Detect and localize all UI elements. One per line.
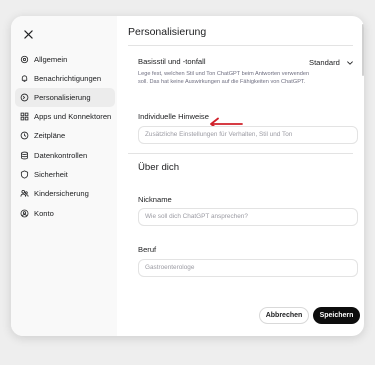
settings-sidebar: Allgemein Benachrichtigungen Personalisi…: [11, 16, 117, 336]
sidebar-item-label: Apps und Konnektoren: [34, 112, 112, 121]
sidebar-item-label: Allgemein: [34, 55, 68, 64]
sidebar-item-konto[interactable]: Konto: [15, 204, 115, 223]
sidebar-item-label: Personalisierung: [34, 93, 91, 102]
job-label: Beruf: [138, 245, 157, 254]
sidebar-item-benachrichtigungen[interactable]: Benachrichtigungen: [15, 69, 115, 88]
sidebar-item-label: Benachrichtigungen: [34, 74, 102, 83]
sidebar-item-label: Kindersicherung: [34, 189, 89, 198]
style-dropdown-value: Standard: [309, 58, 340, 67]
close-button[interactable]: [21, 27, 35, 41]
sidebar-item-zeitplaene[interactable]: Zeitpläne: [15, 126, 115, 145]
sidebar-item-kindersicherung[interactable]: Kindersicherung: [15, 184, 115, 203]
save-button[interactable]: Speichern: [313, 307, 360, 324]
sidebar-item-allgemein[interactable]: Allgemein: [15, 50, 115, 69]
style-dropdown[interactable]: Standard: [309, 58, 354, 67]
settings-dialog: Allgemein Benachrichtigungen Personalisi…: [11, 16, 364, 336]
personalization-icon: [20, 93, 29, 102]
sidebar-item-label: Sicherheit: [34, 170, 68, 179]
about-section-title: Über dich: [138, 162, 180, 173]
instructions-label: Individuelle Hinweise: [138, 112, 209, 121]
sidebar-item-personalisierung[interactable]: Personalisierung: [15, 88, 115, 107]
sidebar-item-datenkontrollen[interactable]: Datenkontrollen: [15, 146, 115, 165]
style-label: Basisstil und -tonfall: [138, 57, 206, 66]
title-divider: [128, 45, 353, 46]
clock-icon: [20, 131, 29, 140]
instructions-input[interactable]: Zusätzliche Einstellungen für Verhalten,…: [138, 126, 358, 144]
database-icon: [20, 151, 29, 160]
nickname-input[interactable]: Wie soll dich ChatGPT ansprechen?: [138, 208, 358, 226]
sidebar-item-label: Konto: [34, 209, 54, 218]
gear-icon: [20, 55, 29, 64]
apps-icon: [20, 112, 29, 121]
chevron-down-icon: [346, 60, 353, 65]
parental-icon: [20, 189, 29, 198]
close-icon: [23, 29, 33, 39]
bell-icon: [20, 74, 29, 83]
job-input[interactable]: Gastroenterologe: [138, 259, 358, 277]
nickname-label: Nickname: [138, 195, 172, 204]
sidebar-item-sicherheit[interactable]: Sicherheit: [15, 165, 115, 184]
style-hint: Lege fest, welchen Stil und Ton ChatGPT …: [138, 71, 310, 85]
section-divider: [128, 153, 353, 154]
page-title: Personalisierung: [128, 26, 207, 38]
settings-content: Personalisierung Basisstil und -tonfall …: [128, 16, 364, 336]
sidebar-item-label: Datenkontrollen: [34, 151, 88, 160]
scrollbar[interactable]: [362, 24, 364, 76]
cancel-button[interactable]: Abbrechen: [259, 307, 309, 324]
shield-icon: [20, 170, 29, 179]
user-icon: [20, 209, 29, 218]
sidebar-item-apps[interactable]: Apps und Konnektoren: [15, 107, 115, 126]
sidebar-item-label: Zeitpläne: [34, 131, 66, 140]
